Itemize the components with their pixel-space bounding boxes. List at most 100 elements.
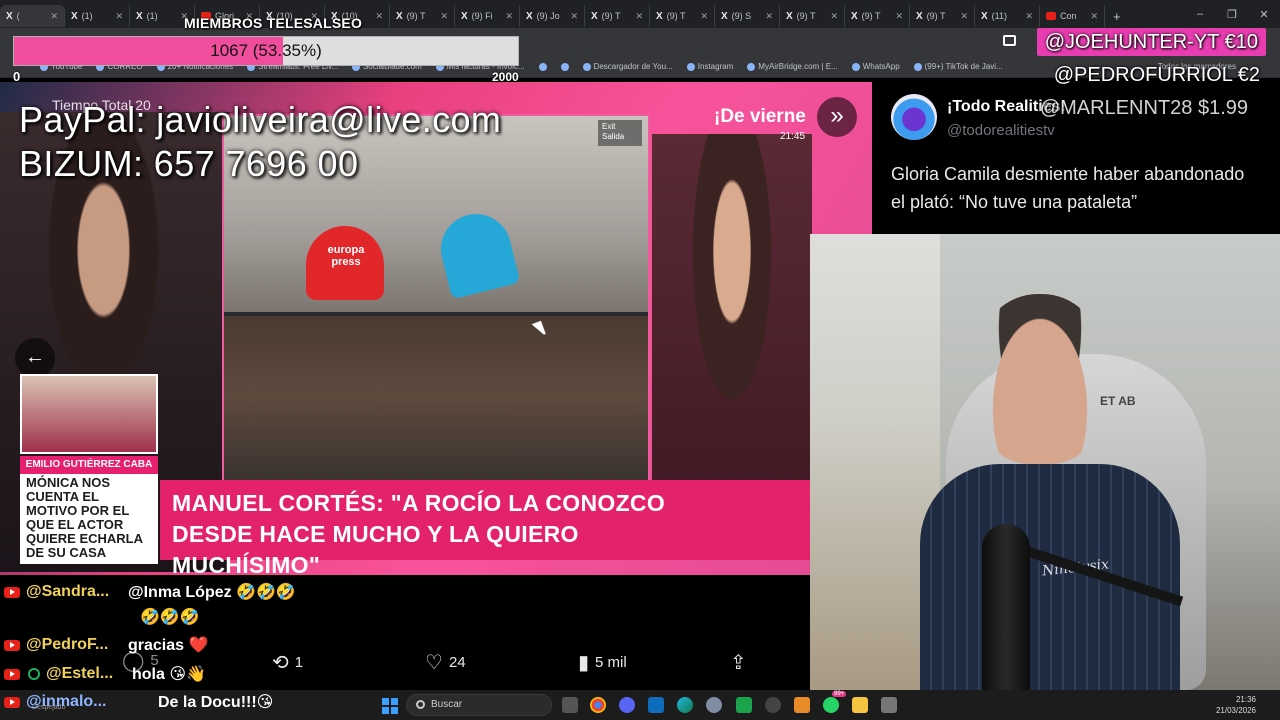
outlook-icon[interactable] <box>648 697 664 713</box>
windows-start-icon[interactable] <box>382 698 398 714</box>
exit-sign: Exit Salida <box>598 120 642 146</box>
bookmark-icon <box>747 62 756 71</box>
bookmark-label: Instagram <box>697 62 734 71</box>
microphone-label: europa press <box>327 244 365 268</box>
taskbar-search[interactable]: Buscar <box>406 694 552 716</box>
x-logo-icon: X <box>656 10 663 22</box>
avatar[interactable] <box>891 94 937 140</box>
tv-ticker-right: ¡De vierne <box>714 106 806 127</box>
tv-headline-extension <box>726 480 810 560</box>
browser-tab[interactable]: X (1) ✕ <box>65 5 130 27</box>
x-logo-icon: X <box>396 10 403 22</box>
close-icon[interactable]: ✕ <box>115 11 123 22</box>
maximize-button[interactable]: ❐ <box>1216 8 1248 21</box>
browser-tab[interactable]: X (9) S ✕ <box>715 5 780 27</box>
tab-label: (9) T <box>406 11 426 21</box>
chat-message: @inmalo... De la Docu!!!😘 <box>4 690 273 714</box>
close-icon[interactable]: ✕ <box>1025 11 1033 22</box>
back-arrow-icon[interactable]: ← <box>15 338 55 378</box>
tab-label: (9) Fi <box>471 11 493 21</box>
chat-username: @Estel... <box>46 665 114 682</box>
edge-icon[interactable] <box>677 697 693 713</box>
tab-label: (9) T <box>861 11 881 21</box>
bookmark-item[interactable]: (99+) TikTok de Javi... <box>913 62 1003 71</box>
x-logo-icon: X <box>71 10 78 22</box>
tweet-author-handle[interactable]: @todorealitiestv <box>947 122 1055 139</box>
settings-gear-icon[interactable] <box>765 697 781 713</box>
browser-tab[interactable]: X (9) T ✕ <box>910 5 975 27</box>
browser-tab[interactable]: X (9) Fi ✕ <box>455 5 520 27</box>
bookmark-item[interactable]: Descargador de You... <box>582 62 673 71</box>
discord-icon[interactable] <box>619 697 635 713</box>
close-icon[interactable]: ✕ <box>505 11 513 22</box>
globe-icon <box>560 62 569 71</box>
network-icon[interactable] <box>706 697 722 713</box>
close-icon[interactable]: ✕ <box>895 11 903 22</box>
close-icon[interactable]: ✕ <box>765 11 773 22</box>
bookmark-label: MyAirBridge.com | E... <box>758 62 838 71</box>
like-button[interactable]: ♡ 24 <box>425 650 466 675</box>
youtube-icon <box>1046 12 1056 20</box>
bookmark-item[interactable]: Instagram <box>686 62 734 71</box>
app-icon[interactable] <box>794 697 810 713</box>
tv-thumbnail-name: EMILIO GUTIÉRREZ CABA <box>20 456 158 474</box>
bookmark-item[interactable]: MyAirBridge.com | E... <box>747 62 838 71</box>
tab-label: (9) T <box>666 11 686 21</box>
chat-text: gracias ❤️ <box>128 637 209 654</box>
browser-tab[interactable]: Con ✕ <box>1040 5 1105 27</box>
x-logo-icon: X <box>916 10 923 22</box>
close-icon[interactable]: ✕ <box>570 11 578 22</box>
bookmark-item[interactable] <box>538 62 547 71</box>
x-logo-icon: X <box>851 10 858 22</box>
browser-tab[interactable]: X (9) T ✕ <box>585 5 650 27</box>
tv-thumbnail-caption: MÓNICA NOS CUENTA EL MOTIVO POR EL QUE E… <box>20 474 158 564</box>
bookmark-label: (99+) TikTok de Javi... <box>924 62 1003 71</box>
chat-text: De la Docu!!!😘 <box>158 694 274 711</box>
browser-tab[interactable]: X(✕ <box>0 5 65 27</box>
donation-alert: @PEDROFURRIOL €2 <box>1053 64 1260 86</box>
members-goal-title: MIEMBROS TELESALSEO <box>184 15 363 31</box>
x-logo-icon: X <box>721 10 728 22</box>
youtube-icon <box>4 586 20 598</box>
notification-badge: 99+ <box>832 691 847 697</box>
browser-tab[interactable]: X (9) T ✕ <box>780 5 845 27</box>
share-button[interactable]: ⇪ <box>730 650 747 675</box>
clock-date: 21/03/2026 <box>1215 706 1256 715</box>
chat-message: 🤣🤣🤣 <box>140 605 200 629</box>
close-icon[interactable]: ✕ <box>1090 11 1098 22</box>
paypal-info: PayPal: javioliveira@live.com <box>19 99 502 140</box>
retweet-button[interactable]: ⟲ 1 <box>272 650 303 675</box>
search-icon <box>416 700 425 709</box>
new-tab-button[interactable]: + <box>1105 9 1129 24</box>
browser-tab[interactable]: X (11) ✕ <box>975 5 1040 27</box>
bookmark-item[interactable] <box>560 62 569 71</box>
file-explorer-icon[interactable] <box>852 697 868 713</box>
browser-tab[interactable]: X (9) T ✕ <box>845 5 910 27</box>
close-icon[interactable]: ✕ <box>700 11 708 22</box>
close-icon[interactable]: ✕ <box>440 11 448 22</box>
tab-label: (11) <box>991 11 1008 21</box>
bookmark-item[interactable]: WhatsApp <box>851 62 900 71</box>
next-icon[interactable]: » <box>817 97 857 137</box>
chat-text: @Inma López 🤣🤣🤣 <box>128 584 296 601</box>
bookmark-icon <box>582 62 591 71</box>
close-window-button[interactable]: ✕ <box>1248 8 1280 21</box>
close-icon[interactable]: ✕ <box>375 11 383 22</box>
browser-tab[interactable]: X (9) T ✕ <box>650 5 715 27</box>
chat-message: @PedroF... gracias ❤️ <box>4 633 208 657</box>
task-view-icon[interactable] <box>562 697 578 713</box>
views-button[interactable]: ▮ 5 mil <box>578 650 627 675</box>
system-clock[interactable]: 21:36 21/03/2026 <box>1216 694 1256 716</box>
snipping-tool-icon[interactable] <box>881 697 897 713</box>
browser-tab[interactable]: X (9) T ✕ <box>390 5 455 27</box>
close-icon[interactable]: ✕ <box>960 11 968 22</box>
tab-label: (9) T <box>796 11 816 21</box>
minimize-button[interactable]: – <box>1184 8 1216 20</box>
whatsapp-icon[interactable] <box>823 697 839 713</box>
close-icon[interactable]: ✕ <box>50 11 58 22</box>
chrome-icon[interactable] <box>590 697 606 713</box>
excel-icon[interactable] <box>736 697 752 713</box>
close-icon[interactable]: ✕ <box>830 11 838 22</box>
browser-tab[interactable]: X (9) Jo ✕ <box>520 5 585 27</box>
close-icon[interactable]: ✕ <box>635 11 643 22</box>
